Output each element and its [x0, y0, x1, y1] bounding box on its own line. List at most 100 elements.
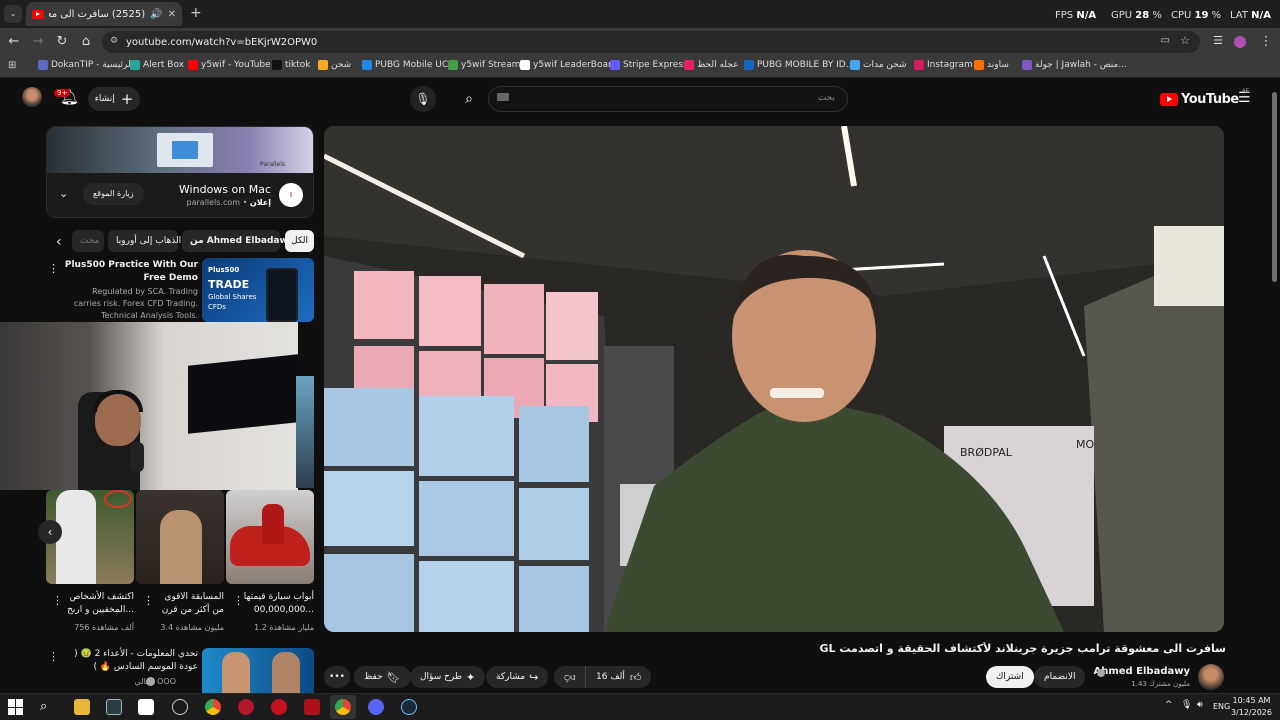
- bookmark-item[interactable]: y5wif - YouTube: [188, 60, 271, 70]
- taskbar-app-icon-2[interactable]: [138, 699, 154, 715]
- rec-video-thumbnail[interactable]: [202, 648, 314, 693]
- rec-video-title[interactable]: تحدي المعلومات - الأعداء 2 🤢 ( عودة المو…: [66, 648, 198, 674]
- profile-avatar-icon[interactable]: [1234, 36, 1246, 48]
- bookmark-item[interactable]: شحن مدات: [850, 60, 907, 70]
- bookmark-item[interactable]: tiktok: [272, 60, 311, 70]
- start-windows-icon[interactable]: [8, 699, 24, 715]
- promo-more-icon[interactable]: ⋮: [48, 262, 59, 275]
- shorts-prev-arrow-icon[interactable]: ‹: [38, 520, 62, 544]
- bookmark-item[interactable]: DokanTIP - الرئيسية: [38, 60, 133, 70]
- tab-search-button[interactable]: ⌄: [4, 5, 22, 23]
- bookmark-favicon-icon: [272, 60, 282, 70]
- forward-arrow-icon[interactable]: →: [30, 34, 46, 49]
- cast-icon[interactable]: ▭: [1161, 35, 1170, 46]
- save-button[interactable]: حفظ 🔖︎: [354, 666, 411, 688]
- account-avatar[interactable]: [22, 87, 42, 107]
- system-clock[interactable]: 10:45 AM 3/12/2026: [1231, 695, 1272, 719]
- youtube-logo[interactable]: YouTube AE: [1160, 88, 1249, 107]
- chip-more[interactable]: محت: [72, 230, 104, 252]
- taskbar-app-icon-4[interactable]: [238, 699, 254, 715]
- create-button[interactable]: إنشاء +: [88, 87, 140, 111]
- tray-speaker-icon[interactable]: 🔊︎: [1197, 700, 1203, 710]
- join-button[interactable]: الانضمام: [1034, 666, 1086, 688]
- bookmark-label: DokanTIP - الرئيسية: [51, 60, 134, 70]
- bookmark-favicon-icon: [448, 60, 458, 70]
- subscribe-button[interactable]: اشتراك: [986, 666, 1034, 688]
- page-scrollbar[interactable]: [1272, 92, 1277, 282]
- browser-tab-active[interactable]: (2525) سافرت الى معشوقة... 🔊 ✕: [26, 2, 182, 26]
- url-text: youtube.com/watch?v=bEKjrW2OPW0: [126, 36, 318, 48]
- search-placeholder: بحث: [817, 93, 835, 103]
- taskbar-app-icon-6[interactable]: [304, 699, 320, 715]
- reading-list-icon[interactable]: ☰: [1210, 34, 1226, 47]
- short-1-more-icon[interactable]: ⋮: [52, 594, 63, 607]
- voice-search-button[interactable]: 🎙︎: [410, 86, 436, 112]
- chrome-active-icon[interactable]: [335, 699, 351, 715]
- file-explorer-icon[interactable]: [74, 699, 90, 715]
- more-actions-button[interactable]: •••: [324, 666, 350, 688]
- like-button[interactable]: 16 ألف 👍︎: [586, 666, 651, 688]
- dislike-button[interactable]: 👍︎: [554, 666, 586, 688]
- rec-video-more-icon[interactable]: ⋮: [48, 650, 59, 663]
- channel-name[interactable]: Ahmed Elbadawy: [1093, 666, 1190, 677]
- steam-icon[interactable]: [401, 699, 417, 715]
- browser-menu-icon[interactable]: ⋮: [1258, 34, 1274, 49]
- site-info-icon[interactable]: ⚙: [110, 36, 118, 46]
- short-thumb-3[interactable]: [226, 490, 314, 584]
- share-button[interactable]: مشاركة ↪: [486, 666, 549, 688]
- bookmark-item[interactable]: y5wif Stream: [448, 60, 521, 70]
- gpu-value: 28: [1135, 10, 1150, 21]
- taskbar-search-icon[interactable]: ⌕: [40, 699, 56, 715]
- bookmark-item[interactable]: PUBG MOBILE BY ID...: [744, 60, 854, 70]
- short-1-title[interactable]: اكتشف الأشخاص المخفيين و اربح...: [62, 591, 134, 617]
- ask-button[interactable]: طرح سؤال ✦: [410, 666, 486, 688]
- promo-thumbnail[interactable]: Plus500 TRADE Global Shares CFDs: [202, 258, 314, 322]
- short-2-more-icon[interactable]: ⋮: [143, 594, 154, 607]
- chrome-icon[interactable]: [205, 699, 221, 715]
- back-arrow-icon[interactable]: ←: [6, 34, 22, 49]
- bookmark-item[interactable]: Alert Box: [130, 60, 184, 70]
- bookmark-label: Stripe Express: [623, 60, 688, 70]
- home-icon[interactable]: ⌂: [78, 34, 94, 49]
- bookmark-item[interactable]: شحن: [318, 60, 351, 70]
- reload-icon[interactable]: ↻: [54, 34, 70, 49]
- discord-icon[interactable]: [368, 699, 384, 715]
- tray-mic-icon[interactable]: 🎙︎: [1181, 700, 1192, 710]
- promo-title[interactable]: Plus500 Practice With Our Free Demo: [62, 259, 198, 285]
- visit-site-button[interactable]: زيارة الموقع: [83, 183, 144, 205]
- short-3-more-icon[interactable]: ⋮: [233, 594, 244, 607]
- bookmark-label: جولة | Jawlah - منص...: [1035, 60, 1127, 70]
- channel-avatar[interactable]: [1198, 664, 1224, 690]
- keyboard-icon[interactable]: [497, 93, 509, 101]
- audio-playing-icon[interactable]: 🔊: [150, 9, 162, 20]
- taskbar-app-icon-3[interactable]: [172, 699, 188, 715]
- bookmark-star-icon[interactable]: ☆: [1180, 34, 1190, 47]
- expand-chevron-icon[interactable]: ⌄: [59, 187, 68, 200]
- video-player[interactable]: BRØDPAL MO: [324, 126, 1224, 632]
- short-3-title[interactable]: أبواب سيارة قيمتها 00,000,000...: [242, 591, 314, 617]
- bookmark-item[interactable]: PUBG Mobile UC: [362, 60, 448, 70]
- taskbar-app-icon-1[interactable]: [106, 699, 122, 715]
- sponsored-ad-card[interactable]: Parallels ∥ Windows on Mac parallels.com…: [46, 126, 314, 218]
- new-tab-button[interactable]: +: [190, 5, 202, 21]
- chip-from-channel[interactable]: من Ahmed Elbadawy: [182, 230, 294, 252]
- bookmark-item[interactable]: جولة | Jawlah - منص...: [1022, 60, 1127, 70]
- close-tab-icon[interactable]: ✕: [168, 9, 176, 20]
- bookmark-item[interactable]: Stripe Express: [610, 60, 688, 70]
- bookmark-item[interactable]: ساوند: [974, 60, 1009, 70]
- ad-title[interactable]: Windows on Mac: [179, 183, 271, 196]
- search-input[interactable]: بحث: [488, 86, 848, 112]
- tray-language[interactable]: ENG: [1213, 702, 1230, 711]
- taskbar-app-icon-5[interactable]: [271, 699, 287, 715]
- tray-overflow-icon[interactable]: ^: [1165, 700, 1173, 710]
- chips-prev-arrow-icon[interactable]: ‹: [56, 234, 62, 250]
- search-button[interactable]: ⌕: [452, 86, 486, 112]
- short-2-title[interactable]: المسابقة الاقوى من أكثر من قرن: [152, 591, 224, 617]
- bookmark-item[interactable]: Instagram: [914, 60, 973, 70]
- bookmark-item[interactable]: y5wif LeaderBoard: [520, 60, 617, 70]
- chip-europe[interactable]: الذهاب إلى أوروبا: [108, 230, 181, 252]
- apps-grid-icon[interactable]: ⊞: [8, 60, 16, 71]
- bookmark-item[interactable]: عجله الحظ: [684, 60, 738, 70]
- short-thumb-2[interactable]: [136, 490, 224, 584]
- address-bar[interactable]: ⚙ youtube.com/watch?v=bEKjrW2OPW0 ▭ ☆: [102, 31, 1200, 53]
